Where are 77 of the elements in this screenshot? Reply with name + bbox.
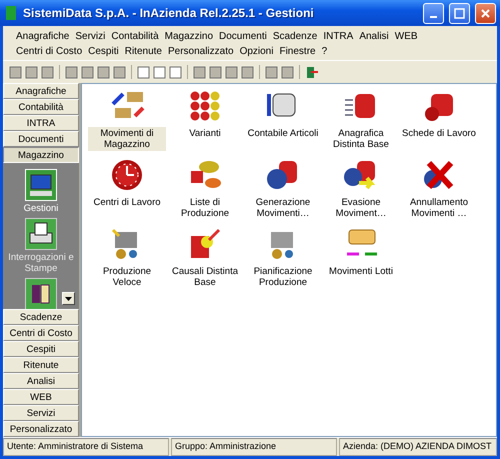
function-label[interactable]: Liste di Produzione: [166, 196, 244, 220]
caret-icon: [65, 296, 72, 300]
sidebar-group-button[interactable]: Servizi: [3, 405, 79, 421]
menu-item[interactable]: Centri di Costo: [13, 45, 86, 58]
toolbar-icon[interactable]: [81, 66, 94, 78]
maximize-icon: [454, 8, 465, 18]
menu-item[interactable]: Ritenute: [122, 45, 165, 58]
function-label[interactable]: Movimenti Lotti: [327, 265, 395, 278]
menu-item[interactable]: Magazzino: [162, 30, 216, 43]
sidebar-group-button[interactable]: Centri di Costo: [3, 325, 79, 341]
menu-item[interactable]: INTRA: [320, 30, 356, 43]
toolbar-icon[interactable]: [281, 66, 294, 78]
sidebar-group-button[interactable]: Contabilità: [3, 99, 79, 115]
menu-item[interactable]: Anagrafiche: [13, 30, 72, 43]
sidebar-group-button[interactable]: WEB: [3, 389, 79, 405]
toolbar-icon[interactable]: [209, 66, 222, 78]
menu-item[interactable]: Servizi: [72, 30, 108, 43]
menu-item[interactable]: Scadenze: [270, 30, 320, 43]
function-label[interactable]: Centri di Lavoro: [91, 196, 163, 209]
function-label[interactable]: Annullamento Movimenti …: [400, 196, 478, 220]
menu-item[interactable]: Documenti: [216, 30, 270, 43]
module-label: Gestioni: [24, 203, 58, 214]
maximize-button[interactable]: [449, 2, 470, 24]
toolbar-icon[interactable]: [9, 66, 22, 78]
function-label[interactable]: Pianificazione Produzione: [244, 265, 322, 289]
menu-item[interactable]: WEB: [392, 30, 421, 43]
status-text: Gruppo: Amministrazione: [171, 438, 337, 456]
function-label[interactable]: Anagrafica Distinta Base: [322, 127, 400, 151]
minimize-icon: [430, 16, 437, 18]
function-label[interactable]: Generazione Movimenti…: [244, 196, 322, 220]
minimize-button[interactable]: [423, 2, 444, 24]
toolbar-icon[interactable]: [153, 66, 166, 78]
toolbar-icon[interactable]: [225, 66, 238, 78]
status-text: Utente: Amministratore di Sistema: [3, 438, 169, 456]
toolbar-icon[interactable]: [137, 66, 150, 78]
menu-item[interactable]: Finestre: [276, 45, 319, 58]
menu-item[interactable]: Opzioni: [236, 45, 276, 58]
menu-item[interactable]: Contabilità: [108, 30, 162, 43]
sidebar-group-button[interactable]: Cespiti: [3, 341, 79, 357]
toolbar-icon[interactable]: [241, 66, 254, 78]
status-text: Azienda: (DEMO) AZIENDA DIMOST: [339, 438, 497, 456]
function-label[interactable]: Schede di Lavoro: [400, 127, 478, 140]
toolbar-icon[interactable]: [193, 66, 206, 78]
function-label[interactable]: Varianti: [187, 127, 223, 140]
menu-item[interactable]: Analisi: [356, 30, 392, 43]
sidebar-group-button[interactable]: Magazzino: [3, 147, 79, 163]
function-label[interactable]: Causali Distinta Base: [166, 265, 244, 289]
toolbar-icon[interactable]: [169, 66, 182, 78]
toolbar-icon[interactable]: [97, 66, 110, 78]
menu-item[interactable]: Personalizzato: [164, 45, 237, 58]
function-label[interactable]: Contabile Articoli: [246, 127, 320, 140]
module-label: Interrogazioni e Stampe: [7, 252, 75, 274]
window-title: SistemiData S.p.A. - InAzienda Rel.2.25.1 - Gestioni: [23, 6, 315, 20]
toolbar-icon[interactable]: [65, 66, 78, 78]
function-label[interactable]: Evasione Moviment…: [322, 196, 400, 220]
function-label[interactable]: Produzione Veloce: [88, 265, 166, 289]
menu-item[interactable]: ?: [318, 45, 330, 58]
sidebar-group-button[interactable]: Scadenze: [3, 309, 79, 325]
sidebar-group-button[interactable]: Personalizzato: [3, 421, 79, 437]
sidebar-group-button[interactable]: Anagrafiche: [3, 83, 79, 99]
sidebar-group-button[interactable]: Analisi: [3, 373, 79, 389]
close-icon: [480, 8, 491, 18]
module-icon[interactable]: [25, 218, 57, 250]
toolbar-icon[interactable]: [113, 66, 126, 78]
sidebar-group-button[interactable]: Ritenute: [3, 357, 79, 373]
toolbar-icon[interactable]: [41, 66, 54, 78]
menu-item[interactable]: Cespiti: [85, 45, 122, 58]
sidebar-group-button[interactable]: INTRA: [3, 115, 79, 131]
sidebar-group-button[interactable]: Documenti: [3, 131, 79, 147]
toolbar-icon[interactable]: [265, 66, 278, 78]
function-label[interactable]: Movimenti di Magazzino: [88, 127, 166, 151]
exit-icon[interactable]: [305, 66, 318, 78]
toolbar-icon[interactable]: [25, 66, 38, 78]
app-icon: [4, 5, 18, 21]
scroll-down-button[interactable]: [62, 292, 75, 305]
module-icon[interactable]: [25, 278, 57, 309]
close-button[interactable]: [475, 2, 496, 24]
